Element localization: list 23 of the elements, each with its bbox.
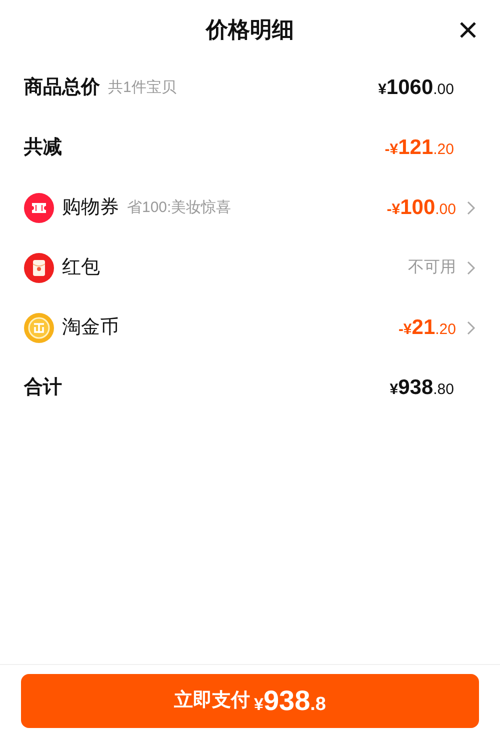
row-label: 购物券 [62,196,119,220]
coin-icon [24,313,54,343]
row-label: 红包 [62,256,100,280]
price: -¥21.20 [398,315,456,342]
row-note: 省100:美妆惊喜 [127,198,232,218]
chevron-right-icon [466,200,476,216]
close-icon [459,21,477,39]
price: -¥100.00 [386,195,456,222]
row-label: 合计 [24,376,62,400]
chevron-right-icon [466,260,476,276]
ticket-icon [24,193,54,223]
row-note: 共1件宝贝 [108,78,176,98]
row-label: 共减 [24,136,62,160]
price: ¥938.80 [390,375,454,402]
status-text: 不可用 [408,258,456,278]
price: ¥1060.00 [378,75,454,102]
row-label: 商品总价 [24,76,100,100]
sheet-title: 价格明细 [206,16,294,44]
price: -¥121.20 [384,135,454,162]
row-label: 淘金币 [62,316,119,340]
pay-button[interactable]: 立即支付 ¥938.8 [21,674,479,728]
chevron-right-icon [466,320,476,336]
envelope-icon [24,253,54,283]
